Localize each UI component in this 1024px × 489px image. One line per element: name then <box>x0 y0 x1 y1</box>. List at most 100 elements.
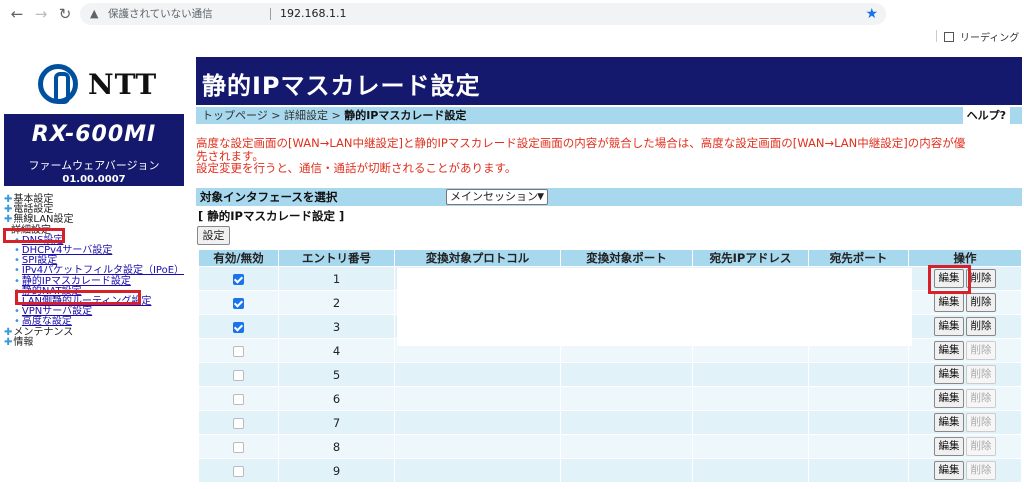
actions-cell: 編集 削除 <box>908 458 1022 483</box>
menu-info[interactable]: ✚情報 <box>4 336 194 348</box>
col-port: 変換対象ポート <box>560 249 693 267</box>
browser-chrome: ← → ↻ ▲ 保護されていない通信 192.168.1.1 ★ リーディング … <box>0 0 1024 52</box>
enabled-checkbox[interactable] <box>233 417 244 429</box>
delete-button[interactable]: 削除 <box>966 317 996 336</box>
highlight-edit <box>928 265 971 294</box>
edit-button[interactable]: 編集 <box>934 341 964 360</box>
actions-cell: 編集 削除 <box>908 362 1022 387</box>
actions-cell: 編集 削除 <box>908 386 1022 411</box>
page-title: 静的IPマスカレード設定 <box>202 72 481 100</box>
enabled-checkbox[interactable] <box>233 345 244 357</box>
entry-number: 4 <box>278 338 395 363</box>
edit-button[interactable]: 編集 <box>934 437 964 456</box>
protocol-cell <box>394 362 561 387</box>
entry-number: 6 <box>278 386 395 411</box>
delete-button: 削除 <box>966 365 996 384</box>
enabled-checkbox[interactable] <box>233 273 244 285</box>
enabled-checkbox[interactable] <box>233 369 244 381</box>
enabled-checkbox[interactable] <box>233 393 244 405</box>
entry-number: 8 <box>278 434 395 459</box>
dest-port-cell <box>808 410 909 435</box>
enabled-checkbox[interactable] <box>233 465 244 477</box>
delete-button: 削除 <box>966 461 996 480</box>
reading-list-label: リーディング リス <box>960 33 1024 44</box>
enabled-checkbox[interactable] <box>233 321 244 333</box>
col-dest-ip: 宛先IPアドレス <box>692 249 809 267</box>
enabled-cell <box>198 434 279 459</box>
reading-list-button[interactable]: リーディング リス <box>944 29 1024 44</box>
delete-button: 削除 <box>966 413 996 432</box>
col-dest-port: 宛先ポート <box>808 249 909 267</box>
entry-number: 2 <box>278 290 395 315</box>
edit-button[interactable]: 編集 <box>934 365 964 384</box>
enabled-checkbox[interactable] <box>233 441 244 453</box>
set-button[interactable]: 設定 <box>197 226 230 245</box>
interface-row: 対象インタフェースを選択 メインセッション ▼ <box>196 188 1022 206</box>
plus-icon: ✚ <box>4 336 13 348</box>
port-cell <box>560 386 693 411</box>
warning-icon: ▲ <box>90 7 99 20</box>
edit-button[interactable]: 編集 <box>934 413 964 432</box>
entry-number: 3 <box>278 314 395 339</box>
edit-button[interactable]: 編集 <box>934 461 964 480</box>
dest-port-cell <box>808 458 909 483</box>
col-enabled: 有効/無効 <box>198 249 279 267</box>
dest-ip-cell <box>692 434 809 459</box>
enabled-cell <box>198 410 279 435</box>
firmware-version: 01.00.0007 <box>62 174 126 185</box>
port-cell <box>560 458 693 483</box>
reading-list-icon <box>944 32 954 42</box>
dest-ip-cell <box>692 362 809 387</box>
redacted-area <box>397 268 912 346</box>
title-bar: 静的IPマスカレード設定 <box>196 57 1022 105</box>
section-title: [ 静的IPマスカレード設定 ] <box>198 209 345 223</box>
dest-ip-cell <box>692 410 809 435</box>
edit-button[interactable]: 編集 <box>934 389 964 408</box>
crumb-advanced[interactable]: 詳細設定 <box>284 109 328 122</box>
col-entry: エントリ番号 <box>278 249 395 267</box>
table-row: 9 編集 削除 <box>198 458 1022 483</box>
enabled-cell <box>198 266 279 291</box>
reload-icon[interactable]: ↻ <box>56 5 74 23</box>
actions-cell: 編集 削除 <box>908 338 1022 363</box>
crumb-sep: > <box>331 109 341 122</box>
edit-button[interactable]: 編集 <box>934 293 964 312</box>
crumb-sep: > <box>271 109 281 122</box>
table-row: 8 編集 削除 <box>198 434 1022 459</box>
entry-number: 5 <box>278 362 395 387</box>
protocol-cell <box>394 434 561 459</box>
bookmark-star-icon[interactable]: ★ <box>865 3 878 25</box>
back-icon[interactable]: ← <box>8 5 26 23</box>
chevron-down-icon: ▼ <box>537 192 544 202</box>
protocol-cell <box>394 386 561 411</box>
model-box: RX-600MI ファームウェアバージョン 01.00.0007 <box>4 114 184 186</box>
address-bar[interactable]: ▲ 保護されていない通信 192.168.1.1 ★ <box>80 3 886 25</box>
toolbar-separator <box>936 30 937 42</box>
delete-button: 削除 <box>966 341 996 360</box>
forward-icon[interactable]: → <box>32 5 50 23</box>
entry-number: 9 <box>278 458 395 483</box>
edit-button[interactable]: 編集 <box>934 317 964 336</box>
help-link[interactable]: ヘルプ? <box>962 107 1010 124</box>
delete-button[interactable]: 削除 <box>966 293 996 312</box>
enabled-cell <box>198 290 279 315</box>
table-row: 6 編集 削除 <box>198 386 1022 411</box>
enabled-cell <box>198 458 279 483</box>
crumb-top[interactable]: トップページ <box>202 109 268 122</box>
protocol-cell <box>394 410 561 435</box>
col-protocol: 変換対象プロトコル <box>394 249 561 267</box>
delete-button: 削除 <box>966 389 996 408</box>
ntt-logo-icon <box>38 64 78 104</box>
enabled-cell <box>198 338 279 363</box>
port-cell <box>560 434 693 459</box>
dest-port-cell <box>808 386 909 411</box>
interface-select[interactable]: メインセッション ▼ <box>446 189 548 205</box>
interface-label: 対象インタフェースを選択 <box>200 190 338 204</box>
table-row: 5 編集 削除 <box>198 362 1022 387</box>
highlight-static-masq <box>15 290 141 305</box>
enabled-checkbox[interactable] <box>233 297 244 309</box>
side-menu: ✚基本設定 ✚電話設定 ✚無線LAN設定 ━詳細設定 • DNS設定 • DHCPv… <box>4 194 194 348</box>
port-cell <box>560 362 693 387</box>
actions-cell: 編集 削除 <box>908 434 1022 459</box>
breadcrumb: トップページ > 詳細設定 > 静的IPマスカレード設定 ヘルプ? <box>196 107 1022 124</box>
